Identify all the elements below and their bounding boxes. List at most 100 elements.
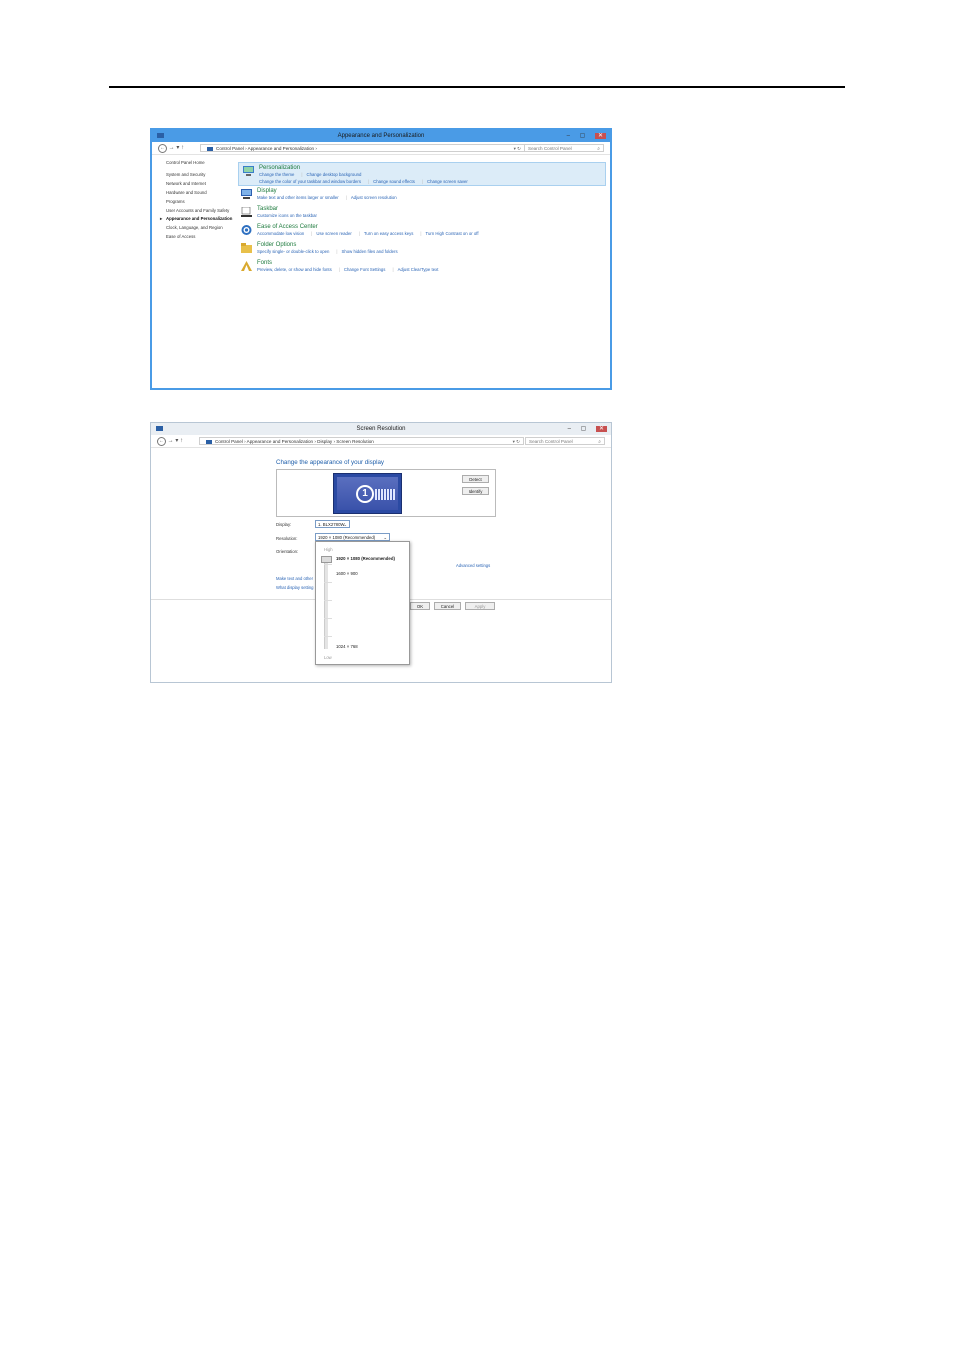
link[interactable]: Customize icons on the taskbar: [257, 213, 317, 218]
link[interactable]: Make text and other items larger or smal…: [257, 195, 339, 200]
nav-buttons: ← → ▾ ↑: [158, 144, 184, 153]
resolution-option[interactable]: 1024 × 768: [336, 644, 358, 649]
sidebar-item-user-accounts[interactable]: User Accounts and Family Safety: [166, 208, 236, 213]
sidebar-item-network[interactable]: Network and Internet: [166, 181, 236, 186]
display-select[interactable]: 1. BLX2780W ⌄: [315, 520, 350, 528]
link[interactable]: Accommodate low vision: [257, 231, 304, 236]
resolution-slider-popup[interactable]: High 1920 × 1080 (Recommended) 1600 × 90…: [315, 541, 410, 665]
ease-of-access-icon: [241, 225, 252, 235]
category-taskbar[interactable]: Taskbar Customize icons on the taskbar: [237, 204, 607, 222]
link[interactable]: Use screen reader: [316, 231, 351, 236]
back-icon[interactable]: ←: [157, 437, 166, 446]
category-personalization[interactable]: Personalization Change the theme | Change …: [238, 162, 606, 186]
window-controls[interactable]: – ▢ ✕: [568, 423, 607, 435]
monitor-preview[interactable]: 1: [333, 473, 402, 514]
sidebar-item-ease[interactable]: Ease of Access: [166, 234, 236, 239]
resolution-option[interactable]: 1920 × 1080 (Recommended): [336, 556, 395, 561]
category-folder-options[interactable]: Folder Options Specify single- or double…: [237, 240, 607, 258]
sidebar: Control Panel Home System and Security N…: [160, 160, 236, 243]
display-icon: [241, 189, 252, 199]
category-title[interactable]: Folder Options: [257, 240, 607, 249]
keyboard-icon: [375, 489, 395, 500]
sidebar-item-clock[interactable]: Clock, Language, and Region: [166, 225, 236, 230]
make-text-link[interactable]: Make text and other: [276, 576, 313, 581]
category-ease-of-access[interactable]: Ease of Access Center Accommodate low vi…: [237, 222, 607, 240]
link[interactable]: Change the theme: [259, 172, 294, 177]
recent-icon[interactable]: ▾: [175, 438, 178, 444]
cancel-button[interactable]: Cancel: [434, 602, 461, 610]
link[interactable]: Adjust screen resolution: [351, 195, 397, 200]
search-input[interactable]: Search Control Panel ⌕: [524, 144, 604, 152]
slider-low-label: Low: [324, 655, 332, 660]
display-value: 1. BLX2780W: [318, 522, 345, 527]
link[interactable]: Turn High Contrast on or off: [426, 231, 479, 236]
nav-buttons: ← → ▾ ↑: [157, 437, 183, 446]
resolution-label: Resolution:: [276, 536, 298, 541]
category-fonts[interactable]: Fonts Preview, delete, or show and hide …: [237, 258, 607, 276]
slider-high-label: High: [324, 547, 333, 552]
monitor-panel: 1 Detect Identify: [276, 469, 496, 517]
up-icon[interactable]: ↑: [180, 438, 183, 444]
page-rule: [109, 86, 845, 88]
category-title[interactable]: Display: [257, 186, 607, 195]
apply-button[interactable]: Apply: [465, 602, 495, 610]
what-display-link[interactable]: What display setting: [276, 585, 313, 590]
link[interactable]: Change Font Settings: [344, 267, 386, 272]
category-title[interactable]: Personalization: [259, 163, 605, 172]
forward-icon[interactable]: →: [168, 438, 174, 444]
up-icon[interactable]: ↑: [181, 145, 184, 151]
link[interactable]: Preview, delete, or show and hide fonts: [257, 267, 332, 272]
link[interactable]: Change sound effects: [373, 179, 415, 184]
control-panel-icon: [157, 133, 164, 138]
resolution-select[interactable]: 1920 × 1080 (Recommended) ⌄: [315, 533, 390, 541]
appearance-window: Appearance and Personalization – ▢ ✕ ← →…: [150, 128, 612, 390]
detect-button[interactable]: Detect: [462, 475, 489, 483]
refresh-icon[interactable]: ▾ ↻: [513, 438, 520, 446]
resolution-option[interactable]: 1600 × 900: [336, 571, 358, 576]
search-input[interactable]: Search Control Panel ⌕: [525, 437, 605, 445]
sidebar-item-hardware[interactable]: Hardware and Sound: [166, 190, 236, 195]
link[interactable]: Turn on easy access keys: [364, 231, 414, 236]
link[interactable]: Change the color of your taskbar and win…: [259, 179, 361, 184]
link[interactable]: Adjust ClearType text: [398, 267, 439, 272]
window-controls[interactable]: – ▢ ✕: [567, 130, 606, 142]
forward-icon[interactable]: →: [169, 145, 175, 151]
sidebar-item-system[interactable]: System and Security: [166, 172, 236, 177]
chevron-down-icon: ⌄: [343, 522, 347, 527]
minimize-maximize-buttons[interactable]: – ▢: [567, 133, 590, 139]
identify-button[interactable]: Identify: [462, 487, 489, 495]
ok-button[interactable]: OK: [410, 602, 430, 610]
search-icon[interactable]: ⌕: [598, 438, 601, 446]
breadcrumb[interactable]: Control Panel › Appearance and Personali…: [199, 437, 524, 445]
back-icon[interactable]: ←: [158, 144, 167, 153]
close-button[interactable]: ✕: [594, 133, 606, 139]
title-bar: Screen Resolution – ▢ ✕: [151, 423, 611, 435]
link[interactable]: Specify single- or double-click to open: [257, 249, 329, 254]
sidebar-item-home[interactable]: Control Panel Home: [166, 160, 236, 165]
category-list: Personalization Change the theme | Change …: [237, 162, 607, 276]
advanced-settings-link[interactable]: Advanced settings: [456, 563, 490, 568]
slider-thumb[interactable]: [321, 556, 332, 563]
breadcrumb[interactable]: Control Panel › Appearance and Personali…: [200, 144, 525, 152]
sidebar-item-appearance[interactable]: Appearance and Personalization: [160, 216, 236, 222]
category-display[interactable]: Display Make text and other items larger…: [237, 186, 607, 204]
sidebar-item-programs[interactable]: Programs: [166, 199, 236, 204]
category-title[interactable]: Fonts: [257, 258, 607, 267]
search-icon[interactable]: ⌕: [597, 145, 600, 153]
folder-icon: [241, 243, 252, 253]
chevron-down-icon: ⌄: [383, 535, 387, 540]
link[interactable]: Show hidden files and folders: [342, 249, 398, 254]
close-button[interactable]: ✕: [595, 426, 607, 432]
refresh-icon[interactable]: ▾ ↻: [514, 145, 521, 153]
search-placeholder: Search Control Panel: [529, 439, 573, 444]
category-title[interactable]: Ease of Access Center: [257, 222, 607, 231]
address-bar: ← → ▾ ↑ Control Panel › Appearance and P…: [152, 142, 610, 155]
recent-icon[interactable]: ▾: [176, 145, 179, 151]
taskbar-icon: [241, 207, 252, 217]
link[interactable]: Change screen saver: [427, 179, 468, 184]
control-panel-icon: [207, 146, 213, 151]
category-title[interactable]: Taskbar: [257, 204, 607, 213]
personalization-icon: [243, 166, 254, 176]
link[interactable]: Change desktop background: [306, 172, 361, 177]
minimize-maximize-buttons[interactable]: – ▢: [568, 426, 591, 432]
